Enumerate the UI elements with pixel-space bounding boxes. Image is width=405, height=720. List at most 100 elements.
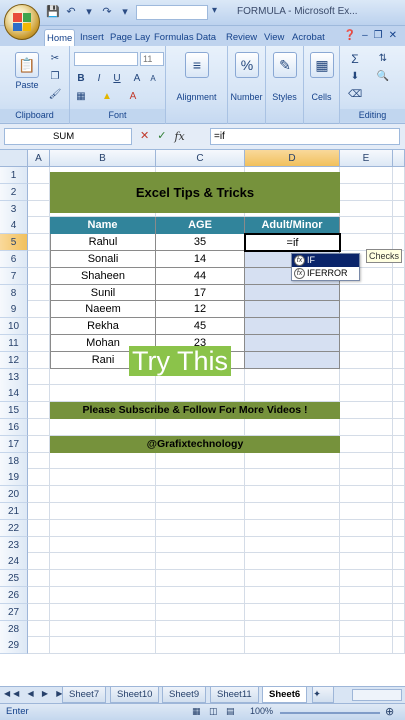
view-buttons[interactable]: ▦ ◫ ▤ <box>192 706 238 717</box>
cell[interactable] <box>28 637 50 655</box>
cell[interactable] <box>28 385 50 403</box>
row-header-16[interactable]: 16 <box>0 419 28 436</box>
undo-icon[interactable]: ↶ <box>64 5 78 19</box>
cell[interactable] <box>28 267 50 285</box>
table-cell-age[interactable]: 12 <box>156 301 245 319</box>
cell[interactable] <box>340 519 393 537</box>
zoom-in-icon[interactable]: ⊕ <box>385 705 394 718</box>
column-header-b[interactable]: B <box>50 150 156 167</box>
clear-icon[interactable]: ⌫ <box>348 88 362 102</box>
row-header-19[interactable]: 19 <box>0 469 28 487</box>
table-cell-name[interactable]: Sunil <box>50 284 156 302</box>
cell[interactable] <box>393 486 405 503</box>
sort-filter-icon[interactable]: ⇅ <box>376 52 390 66</box>
cell[interactable] <box>393 536 405 554</box>
fill-icon[interactable]: ⬇ <box>348 70 362 84</box>
borders-icon[interactable]: ▦ <box>74 90 88 104</box>
cell[interactable] <box>50 620 156 638</box>
table-cell-age[interactable]: 17 <box>156 284 245 302</box>
row-header-2[interactable]: 2 <box>0 183 28 201</box>
undo-dropdown-icon[interactable]: ▾ <box>82 5 96 19</box>
row-header-9[interactable]: 9 <box>0 301 28 319</box>
cell[interactable] <box>156 503 245 520</box>
worksheet-grid[interactable]: A B C D E 1 2 3 4 5 6 7 8 9 10 11 12 13 14 15 16 17 18 19 20 21 22… <box>0 150 405 686</box>
cell[interactable] <box>340 167 393 184</box>
qat-more-icon[interactable]: ▾ <box>212 5 217 16</box>
styles-button[interactable]: ✎ <box>270 52 300 80</box>
row-header-22[interactable]: 22 <box>0 519 28 537</box>
table-cell-adult-minor[interactable] <box>245 351 340 369</box>
cut-icon[interactable]: ✂ <box>48 52 62 66</box>
cell[interactable] <box>156 486 245 503</box>
cell[interactable] <box>28 402 50 419</box>
cell[interactable] <box>28 435 50 453</box>
cell[interactable] <box>50 570 156 587</box>
restore-icon[interactable]: ❐ <box>374 30 389 41</box>
cell[interactable] <box>245 587 340 604</box>
row-header-12[interactable]: 12 <box>0 351 28 369</box>
row-header-7[interactable]: 7 <box>0 267 28 285</box>
column-header-e[interactable]: E <box>340 150 393 167</box>
cell[interactable] <box>28 536 50 554</box>
zoom-level[interactable]: 100% <box>250 706 273 716</box>
save-icon[interactable]: 💾 <box>46 5 60 19</box>
office-button[interactable] <box>4 4 40 40</box>
cell[interactable] <box>28 519 50 537</box>
format-painter-icon[interactable]: 🖌 <box>48 88 62 102</box>
horizontal-scrollbar[interactable] <box>352 689 402 701</box>
cell[interactable] <box>245 469 340 487</box>
cell[interactable] <box>340 351 393 369</box>
shrink-font-icon[interactable]: A <box>146 72 160 86</box>
cell[interactable] <box>50 587 156 604</box>
cell[interactable] <box>245 368 340 386</box>
tab-review[interactable]: Review <box>224 29 259 46</box>
table-cell-adult-minor[interactable] <box>245 284 340 302</box>
help-icon[interactable]: ❓ <box>344 30 362 41</box>
enter-icon[interactable]: ✓ <box>157 128 166 145</box>
cell[interactable] <box>340 620 393 638</box>
cell[interactable] <box>28 419 50 436</box>
cell[interactable] <box>340 570 393 587</box>
cell[interactable] <box>340 217 393 235</box>
cell[interactable] <box>393 620 405 638</box>
cell[interactable] <box>50 385 156 403</box>
column-header-f[interactable] <box>393 150 405 167</box>
autosum-icon[interactable]: Σ <box>348 52 362 66</box>
row-header-26[interactable]: 26 <box>0 587 28 604</box>
table-cell-adult-minor[interactable] <box>245 301 340 319</box>
cell[interactable] <box>28 351 50 369</box>
cell[interactable] <box>340 469 393 487</box>
cell[interactable] <box>340 301 393 319</box>
cell[interactable] <box>50 553 156 571</box>
cell[interactable] <box>156 620 245 638</box>
cell[interactable] <box>156 536 245 554</box>
cell[interactable] <box>156 553 245 571</box>
row-header-8[interactable]: 8 <box>0 284 28 302</box>
cell[interactable] <box>340 536 393 554</box>
cell[interactable] <box>393 284 405 302</box>
find-icon[interactable]: 🔍 <box>376 70 390 84</box>
cell[interactable] <box>156 419 245 436</box>
row-header-23[interactable]: 23 <box>0 536 28 554</box>
cell[interactable] <box>50 503 156 520</box>
select-all-corner[interactable] <box>0 150 28 167</box>
cell[interactable] <box>245 419 340 436</box>
cell[interactable] <box>28 503 50 520</box>
cell[interactable] <box>156 385 245 403</box>
cell[interactable] <box>50 519 156 537</box>
cell[interactable] <box>50 452 156 470</box>
cell[interactable] <box>28 183 50 201</box>
autocomplete-item-iferror[interactable]: fx IFERROR <box>292 267 359 280</box>
number-button[interactable]: % <box>232 52 262 80</box>
cell[interactable] <box>50 603 156 621</box>
cell[interactable] <box>393 402 405 419</box>
cell[interactable] <box>393 435 405 453</box>
font-color-icon[interactable]: A <box>126 90 140 104</box>
cell[interactable] <box>156 637 245 655</box>
row-header-11[interactable]: 11 <box>0 335 28 352</box>
cell[interactable] <box>393 301 405 319</box>
tab-acrobat[interactable]: Acrobat <box>290 29 327 46</box>
cancel-icon[interactable]: ✕ <box>140 128 149 145</box>
cell[interactable] <box>393 603 405 621</box>
cell[interactable] <box>340 553 393 571</box>
